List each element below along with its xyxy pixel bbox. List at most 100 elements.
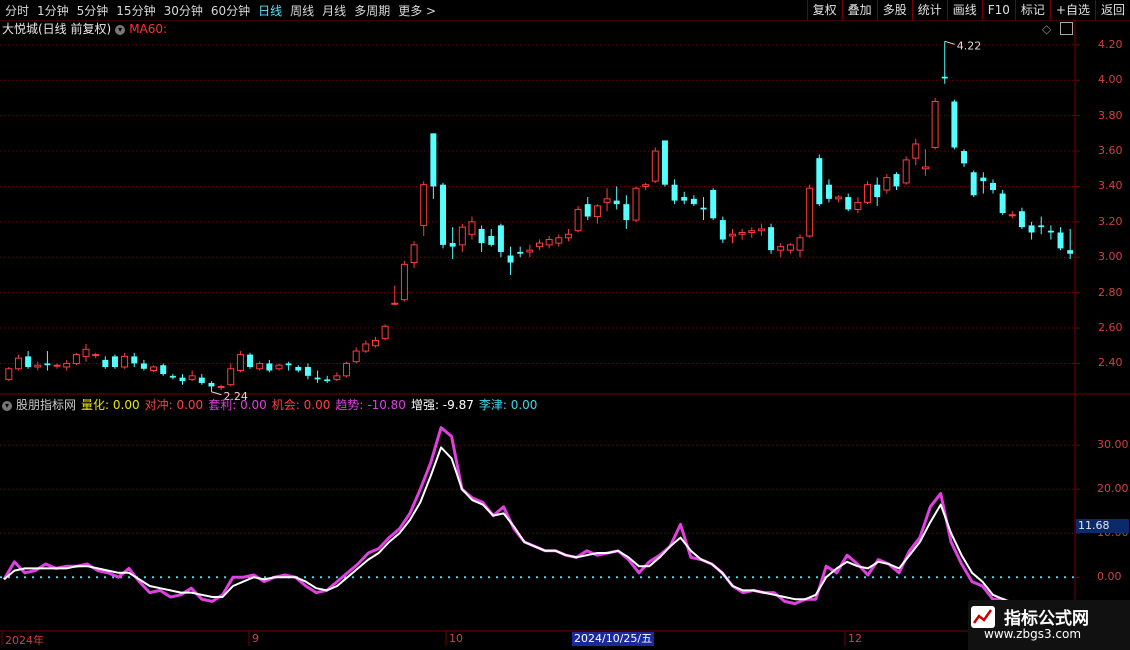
candle-body-down (951, 101, 958, 148)
high-label: 4.22 (957, 39, 982, 52)
date-cursor-label: 2024/10/25/五 (572, 632, 655, 646)
indicator-item-4: 趋势: -10.80 (335, 398, 406, 412)
candle-body-up (352, 350, 360, 363)
candle-body-up (728, 233, 736, 237)
candle-body-down (285, 363, 292, 366)
candle-body-up (275, 364, 283, 370)
candle-body-down (1067, 250, 1074, 254)
candle-body-down (941, 76, 948, 79)
current-value-marker: 11.68 (1076, 518, 1129, 533)
candle-body-up (14, 357, 22, 370)
candle-body-down (700, 207, 707, 210)
candle-body-down (1047, 230, 1054, 233)
candle-body-down (989, 182, 996, 190)
candle-body-down (507, 255, 514, 263)
candle-body-down (893, 174, 900, 187)
candle-body-up (603, 198, 611, 203)
ma-label: MA60: (129, 22, 168, 36)
indicator-item-label: 李津: (478, 398, 507, 412)
indicator-item-2: 套利: 0.00 (208, 398, 267, 412)
candle-body-up (738, 231, 746, 235)
diamond-icon[interactable]: ◇ (1042, 22, 1051, 36)
candle-body-down (25, 356, 32, 367)
chevron-down-icon[interactable]: ▾ (115, 24, 126, 35)
candle-body-up (651, 150, 659, 182)
indicator-axis-label: 30.00 (1097, 438, 1129, 452)
candle-body-up (236, 354, 244, 372)
candle-body-down (517, 251, 524, 254)
candle-body-down (710, 189, 717, 219)
watermark-url: www.zbgs3.com (984, 627, 1082, 641)
indicator-header: ▾ 股朋指标网 量化: 0.00 对冲: 0.00 套利: 0.00 机会: 0.00 趋势… (2, 398, 537, 412)
indicator-item-value: 0.00 (299, 398, 331, 412)
candle-body-down (266, 363, 273, 371)
price-axis-label: 3.60 (1098, 144, 1123, 158)
candle-body-up (1008, 214, 1016, 217)
candle-body-down (295, 366, 302, 371)
candle-body-down (970, 172, 977, 196)
candle-body-down (430, 133, 437, 187)
candle-body-down (980, 177, 987, 182)
candle-body-up (343, 362, 351, 377)
candle-body-down (497, 225, 504, 252)
candle-body-up (362, 343, 370, 352)
price-axis-label: 3.80 (1098, 108, 1123, 122)
candle-body-up (53, 364, 61, 367)
candle-body-down (1057, 232, 1064, 249)
candle-body-down (111, 356, 118, 367)
candle-body-up (458, 226, 466, 246)
candle-body-down (681, 197, 688, 201)
candle-body-down (440, 184, 447, 245)
candle-body-down (324, 379, 331, 382)
candle-body-down (999, 193, 1006, 213)
candle-body-up (63, 362, 71, 368)
candle-body-up (72, 354, 80, 364)
candle-body-up (217, 385, 225, 388)
candle-body-up (92, 354, 100, 357)
price-axis-label: 2.40 (1098, 356, 1123, 370)
indicator-axis-label: 20.00 (1097, 482, 1129, 496)
candle-body-up (864, 184, 872, 203)
candle-body-down (198, 377, 205, 383)
candle-body-up (400, 263, 408, 301)
indicator-item-label: 套利: (208, 398, 237, 412)
date-axis-label: 2024年 (5, 634, 44, 647)
indicator-item-3: 机会: 0.00 (272, 398, 331, 412)
date-axis-label: 12 (848, 632, 862, 645)
candle-body-down (719, 220, 726, 240)
date-axis-label: 10 (449, 632, 463, 645)
candle-body-down (44, 363, 51, 366)
candle-body-down (816, 158, 823, 205)
candle-body-up (82, 348, 90, 357)
indicator-item-value: 0.00 (109, 398, 140, 412)
candle-body-up (188, 375, 196, 380)
indicator-item-label: 量化: (81, 398, 110, 412)
candle-body-down (845, 197, 852, 210)
candle-body-up (912, 143, 920, 159)
candle-body-up (796, 237, 804, 251)
price-axis-label: 2.80 (1098, 285, 1123, 299)
candle-body-up (410, 244, 418, 264)
candle-body-up (545, 239, 553, 246)
indicator-item-6: 李津: 0.00 (479, 398, 538, 412)
panel-toggle-icon[interactable] (1060, 22, 1073, 35)
candle-body-up (902, 159, 910, 184)
candle-body-down (449, 243, 456, 247)
candle-body-down (661, 140, 668, 185)
price-axis-label: 3.40 (1098, 179, 1123, 193)
candle-body-up (555, 237, 563, 244)
indicator-item-value: -9.87 (438, 398, 474, 412)
indicator-menu-icon[interactable]: ▾ (2, 400, 12, 411)
trend-line (2, 426, 1025, 614)
candle-body-down (584, 204, 591, 217)
indicator-item-0: 量化: 0.00 (81, 398, 140, 412)
indicator-item-label: 增强: (410, 398, 439, 412)
candle-body-down (961, 151, 968, 164)
candle-body-up (34, 364, 42, 368)
candle-body-up (536, 242, 543, 248)
candle-body-up (757, 228, 765, 232)
candle-body-down (140, 363, 147, 369)
stock-chart[interactable]: 4.222.24 (0, 0, 1130, 650)
candle-body-up (391, 302, 399, 305)
indicator-item-5: 增强: -9.87 (411, 398, 474, 412)
